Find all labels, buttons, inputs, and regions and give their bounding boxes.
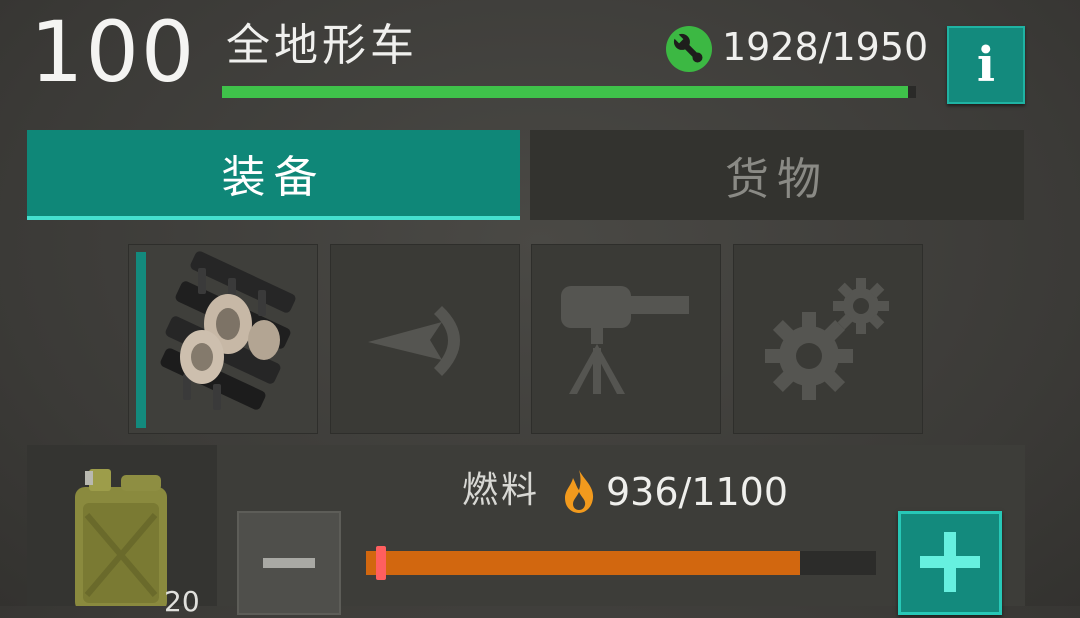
tab-equipment[interactable]: 装备 — [27, 130, 520, 220]
equipment-slot-turret[interactable] — [531, 244, 721, 434]
increase-fuel-button[interactable] — [898, 511, 1002, 615]
fuel-slider-track[interactable] — [366, 551, 876, 575]
tank-tracks-icon — [160, 251, 296, 410]
selected-slot-indicator — [136, 252, 146, 428]
info-button[interactable]: i — [947, 26, 1025, 104]
gears-icon — [765, 278, 889, 400]
decrease-fuel-button[interactable] — [237, 511, 341, 615]
fuel-canister-icon — [75, 469, 167, 612]
fuel-slider-fill — [366, 551, 800, 575]
info-icon: i — [976, 37, 996, 93]
fuel-item-box — [27, 445, 217, 612]
equipment-slot-tracks[interactable] — [128, 244, 318, 434]
wrench-icon — [666, 26, 712, 72]
durability-bar-fill — [222, 86, 909, 98]
equipment-slot-boost[interactable] — [330, 244, 520, 434]
durability-bar — [222, 86, 916, 98]
vehicle-name: 全地形车 — [226, 20, 418, 71]
plus-icon-vertical — [944, 532, 956, 592]
boost-arrow-icon — [368, 306, 460, 376]
flame-icon — [562, 468, 596, 514]
fuel-slider-handle[interactable] — [376, 546, 387, 580]
durability-value: 1928/1950 — [722, 25, 929, 69]
fuel-label: 燃料 — [462, 470, 541, 511]
fuel-canister-count: 20 — [164, 585, 200, 618]
tab-cargo[interactable]: 货物 — [530, 130, 1024, 220]
turret-icon — [561, 286, 689, 394]
equipment-slot-gears[interactable] — [733, 244, 923, 434]
minus-icon — [263, 558, 315, 568]
fuel-value: 936/1100 — [606, 470, 789, 514]
vehicle-level: 100 — [30, 3, 197, 101]
